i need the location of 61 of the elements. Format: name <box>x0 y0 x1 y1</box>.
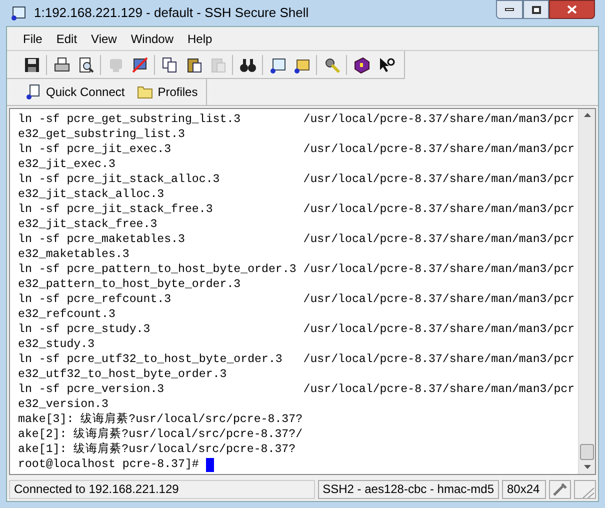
terminal-line: ln -sf pcre_version.3 /usr/local/pcre-8.37/share/man/man3/pcr <box>18 382 575 397</box>
cipher-status: SSH2 - aes128-cbc - hmac-md5 <box>318 480 499 498</box>
menu-item[interactable]: Edit <box>56 30 78 48</box>
terminal-line: e32_get_substring_list.3 <box>18 127 185 142</box>
window-title: 1:192.168.221.129 - default - SSH Secure Shell <box>34 4 309 22</box>
scroll-thumb[interactable] <box>580 444 594 460</box>
resize-grip-icon[interactable] <box>574 480 596 498</box>
terminal-line: ln -sf pcre_maketables.3 /usr/local/pcre-8.37/share/man/man3/pcr <box>18 232 575 247</box>
help-book-icon <box>352 56 370 74</box>
terminal-line: ln -sf pcre_jit_exec.3 /usr/local/pcre-8.37/share/man/man3/pcr <box>18 142 575 157</box>
terminal-size: 80x24 <box>502 480 546 498</box>
clipboard-icon <box>208 56 226 74</box>
disconnect-icon <box>130 56 148 74</box>
terminal-line: ake[2]: 绂诲肩綦?usr/local/src/pcre-8.37?/ <box>18 427 303 442</box>
terminal-line: e32_jit_exec.3 <box>18 157 116 172</box>
scrollbar[interactable] <box>578 109 595 474</box>
menu-item[interactable]: File <box>23 30 42 48</box>
app-icon <box>10 5 26 21</box>
print-preview-icon <box>76 56 94 74</box>
terminal-line: ln -sf pcre_refcount.3 /usr/local/pcre-8.37/share/man/man3/pcr <box>18 292 575 307</box>
terminal-line: e32_jit_stack_alloc.3 <box>18 187 164 202</box>
terminal-line: ln -sf pcre_pattern_to_host_byte_order.3 /usr/local/pcre-8.37/share/man/man3/pcr <box>18 262 575 277</box>
menu-item[interactable]: View <box>91 30 117 48</box>
terminal-line: ln -sf pcre_jit_stack_alloc.3 /usr/local/pcre-8.37/share/man/man3/pcr <box>18 172 575 187</box>
terminal-line: ln -sf pcre_study.3 /usr/local/pcre-8.37/share/man/man3/pcr <box>18 322 575 337</box>
shell-prompt: root@localhost pcre-8.37]# <box>18 457 200 472</box>
toolbar-button[interactable] <box>130 54 149 74</box>
terminal-line: ake[1]: 绂诲肩綦?usr/local/src/pcre-8.37? <box>18 442 296 457</box>
wrench-icon <box>549 480 571 498</box>
copy-icon <box>160 56 178 74</box>
terminal-window-icon <box>268 56 286 74</box>
text-cursor <box>206 458 214 472</box>
menu-item[interactable]: Window <box>130 30 174 48</box>
quick-connect-button[interactable]: Quick Connect <box>25 83 125 101</box>
close-icon <box>567 5 577 14</box>
toolbar-button[interactable] <box>52 54 71 74</box>
terminal-line: e32_jit_stack_free.3 <box>18 217 158 232</box>
printer-icon <box>52 56 70 74</box>
terminal-line: make[3]: 绂诲肩綦?usr/local/src/pcre-8.37? <box>18 412 303 427</box>
terminal-line: ln -sf pcre_utf32_to_host_byte_order.3 /usr/local/pcre-8.37/share/man/man3/pcr <box>18 352 575 367</box>
paste-icon <box>184 56 202 74</box>
connection-status: Connected to 192.168.221.129 <box>9 480 315 498</box>
quick-connect-icon <box>25 84 41 100</box>
terminal-line: e32_maketables.3 <box>18 247 130 262</box>
terminal-line: e32_pattern_to_host_byte_order.3 <box>18 277 241 292</box>
terminal-line: ln -sf pcre_get_substring_list.3 /usr/local/pcre-8.37/share/man/man3/pcr <box>18 112 575 127</box>
close-button[interactable] <box>549 0 595 19</box>
terminal-line: e32_refcount.3 <box>18 307 116 322</box>
terminal-line: e32_study.3 <box>18 337 95 352</box>
profiles-button[interactable]: Profiles <box>136 83 198 101</box>
folder-icon <box>136 85 153 99</box>
terminal-line: e32_utf32_to_host_byte_order.3 <box>18 367 227 382</box>
maximize-button[interactable] <box>523 0 549 19</box>
minimize-button[interactable] <box>496 0 523 19</box>
menu-item[interactable]: Help <box>188 30 212 48</box>
settings-icon <box>322 56 340 74</box>
save-icon <box>22 56 40 74</box>
terminal-line: e32_version.3 <box>18 397 108 412</box>
terminal-line: ln -sf pcre_jit_stack_free.3 /usr/local/pcre-8.37/share/man/man3/pcr <box>18 202 575 217</box>
toolbar-button[interactable] <box>352 54 371 74</box>
toolbar-button[interactable] <box>160 54 179 74</box>
